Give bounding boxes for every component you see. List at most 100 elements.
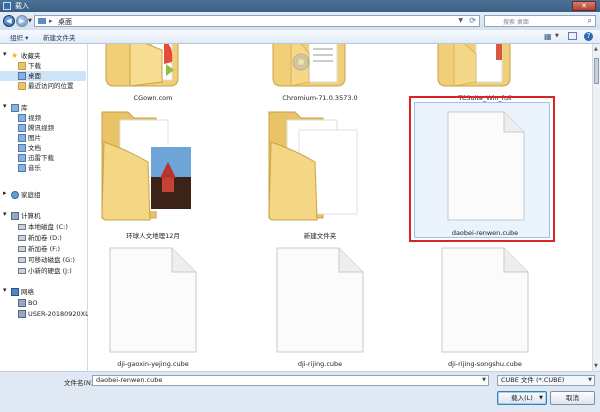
sidebar-label: 文档 [28, 144, 41, 152]
sidebar-item-documents[interactable]: 文档 [0, 143, 86, 153]
sidebar-item-recent[interactable]: 最近访问的位置 [0, 81, 86, 91]
dialog-footer: 文件名(N): daobei-renwen.cube ▼ CUBE 文件 (*.… [0, 371, 600, 412]
drive-icon [18, 268, 26, 274]
window-title: 载入 [15, 2, 29, 10]
drive-icon [18, 246, 26, 252]
chevron-icon[interactable]: ▾ [3, 102, 11, 110]
sidebar-item-drive-f[interactable]: 新加卷 (F:) [0, 244, 86, 254]
organize-button[interactable]: 组织 ▾ [10, 32, 28, 42]
open-dropdown-icon[interactable]: ▼ [539, 392, 543, 404]
sidebar-item-drive-j[interactable]: 小新的硬盘 (J:) [0, 266, 86, 276]
cancel-button[interactable]: 取消 [550, 391, 595, 405]
filename-dropdown-icon[interactable]: ▼ [482, 376, 486, 385]
sidebar-item-libraries[interactable]: ▾ 库 [0, 102, 86, 113]
sidebar-item-network[interactable]: ▾ 网络 [0, 286, 86, 297]
libraries-icon [11, 104, 19, 112]
title-bar: 载入 ✕ [0, 0, 600, 12]
sidebar-item-videos[interactable]: 视频 [0, 113, 86, 123]
filetype-dropdown-icon[interactable]: ▼ [588, 376, 592, 385]
file-item[interactable]: 新建文件夹 [255, 106, 385, 241]
file-dialog: 载入 ✕ ◀ ▶ ▼ ▸ 桌面 ▼ ⟳ 搜索 桌面 ⌕ 组织 ▾ 新建文件夹 ▦… [0, 0, 600, 412]
address-bar[interactable]: ▸ 桌面 ▼ ⟳ [34, 15, 480, 27]
file-item[interactable]: dji-rijing-songshu.cube [420, 244, 550, 369]
file-item[interactable]: dji-rijing.cube [255, 244, 385, 369]
breadcrumb-separator[interactable]: ▸ [49, 17, 53, 25]
toolbar: 组织 ▾ 新建文件夹 ▦ ▼ ? [0, 30, 600, 44]
sidebar-label: 小新的硬盘 (J:) [28, 267, 72, 275]
scroll-up-icon[interactable]: ▲ [594, 46, 598, 52]
refresh-icon[interactable]: ⟳ [469, 16, 476, 25]
file-item[interactable]: 环球人文地理12月 [88, 106, 218, 241]
sidebar-item-desktop[interactable]: 桌面 [0, 71, 86, 81]
view-options-icon[interactable]: ▦ [544, 32, 552, 41]
folder-icon [105, 44, 179, 87]
navigation-pane: ▾ ★ 收藏夹 下载 桌面 最近访问的位置 ▾ 库 视频 腾讯视频 图片 文档 … [0, 44, 89, 371]
new-folder-button[interactable]: 新建文件夹 [43, 32, 76, 42]
open-button[interactable]: 载入(L) ▼ [497, 391, 547, 405]
sidebar-item-favorites[interactable]: ▾ ★ 收藏夹 [0, 50, 86, 61]
document-icon [276, 247, 364, 353]
forward-button[interactable]: ▶ [16, 15, 28, 27]
sidebar-item-thunder-downloads[interactable]: 迅雷下载 [0, 153, 86, 163]
desktop-folder-icon [38, 18, 46, 24]
sidebar-item-downloads[interactable]: 下载 [0, 61, 86, 71]
chevron-icon[interactable]: ▾ [3, 286, 11, 294]
sidebar-item-drive-g[interactable]: 可移动磁盘 (G:) [0, 255, 86, 265]
sidebar-item-tencent-videos[interactable]: 腾讯视频 [0, 123, 86, 133]
file-item[interactable]: dji-gaoxin-yejing.cube [88, 244, 218, 369]
search-placeholder: 搜索 桌面 [503, 19, 529, 26]
file-name: 环球人文地理12月 [126, 232, 180, 240]
folder-icon [437, 44, 511, 87]
sidebar-item-net-user[interactable]: USER-20180920XL [0, 309, 89, 319]
network-computer-icon [18, 299, 26, 307]
address-dropdown-icon[interactable]: ▼ [458, 17, 463, 24]
sidebar-item-homegroup[interactable]: ▸ 家庭组 [0, 189, 86, 200]
vertical-scrollbar[interactable]: ▲ ▼ [592, 44, 600, 371]
close-button[interactable]: ✕ [572, 1, 596, 11]
drive-icon [18, 224, 26, 230]
help-icon[interactable]: ? [584, 32, 593, 41]
chevron-icon[interactable]: ▸ [3, 189, 11, 197]
sidebar-label: 音乐 [28, 164, 41, 172]
sidebar-item-net-bo[interactable]: BO [0, 298, 86, 308]
file-name: dji-rijing.cube [297, 360, 343, 368]
sidebar-item-music[interactable]: 音乐 [0, 163, 86, 173]
filetype-select[interactable]: CUBE 文件 (*.CUBE) ▼ [497, 375, 595, 386]
drive-icon [18, 235, 26, 241]
filename-input[interactable]: daobei-renwen.cube ▼ [92, 375, 489, 386]
documents-icon [18, 144, 26, 152]
preview-pane-icon[interactable] [568, 32, 577, 40]
view-dropdown-icon[interactable]: ▼ [555, 33, 559, 39]
file-item[interactable]: Chromium-71.0.3573.0 [255, 44, 385, 104]
sidebar-item-drive-d[interactable]: 新加卷 (D:) [0, 233, 86, 243]
sidebar-label: 计算机 [21, 212, 41, 220]
filetype-value: CUBE 文件 (*.CUBE) [501, 376, 565, 384]
breadcrumb-desktop[interactable]: 桌面 [58, 17, 72, 27]
search-icon[interactable]: ⌕ [588, 16, 592, 26]
desktop-icon [18, 72, 26, 80]
chevron-icon[interactable]: ▾ [3, 50, 11, 58]
filename-value: daobei-renwen.cube [96, 376, 163, 384]
sidebar-item-computer[interactable]: ▾ 计算机 [0, 210, 86, 221]
file-item[interactable]: CGown.com [88, 44, 218, 104]
back-button[interactable]: ◀ [3, 15, 15, 27]
scroll-thumb[interactable] [594, 58, 599, 84]
photo-folder-icon [101, 111, 193, 221]
document-icon [441, 247, 529, 353]
file-list: CGown.com Chromium-71.0.3573.0 TCSuite_W… [88, 44, 592, 371]
sidebar-item-pictures[interactable]: 图片 [0, 133, 86, 143]
sidebar-label: BO [28, 299, 38, 307]
removable-drive-icon [18, 257, 26, 263]
sidebar-item-drive-c[interactable]: 本地磁盘 (C:) [0, 222, 86, 232]
file-item[interactable]: TCSuite_Win_full [420, 44, 550, 104]
history-dropdown-icon[interactable]: ▼ [28, 18, 32, 24]
scroll-down-icon[interactable]: ▼ [594, 363, 598, 369]
music-icon [18, 164, 26, 172]
tencent-videos-icon [18, 124, 26, 132]
sidebar-label: 图片 [28, 134, 41, 142]
search-input[interactable]: 搜索 桌面 ⌕ [484, 15, 596, 27]
chevron-icon[interactable]: ▾ [3, 210, 11, 218]
downloads-folder-icon [18, 62, 26, 70]
network-icon [11, 288, 19, 296]
sidebar-label: 新加卷 (D:) [28, 234, 62, 242]
